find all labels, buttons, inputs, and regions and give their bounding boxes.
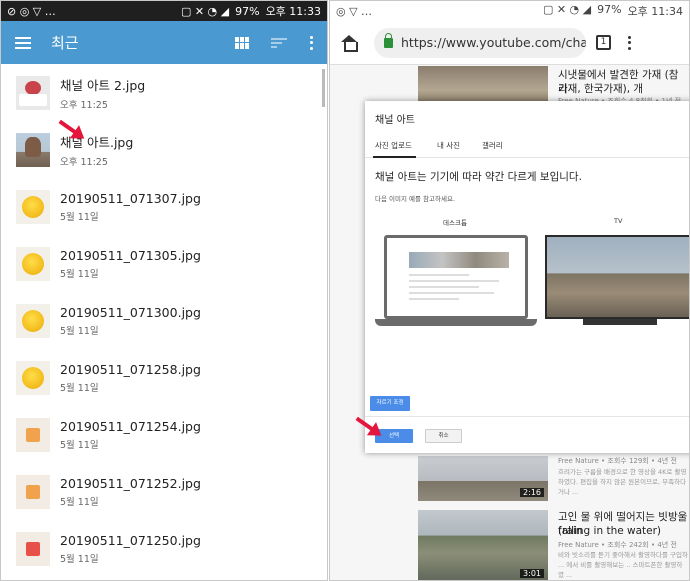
file-list-item[interactable]: 20190511_071252.jpg 5월 11일 bbox=[1, 463, 327, 520]
tv-preview bbox=[545, 235, 689, 319]
active-tab-indicator bbox=[373, 156, 416, 158]
file-thumbnail bbox=[16, 360, 50, 395]
dialog-tabs: 사진 업로드 내 사진 갤러리 bbox=[365, 136, 689, 158]
scrollbar[interactable] bbox=[322, 69, 325, 107]
adjust-crop-button[interactable]: 자르기 조정 bbox=[370, 396, 410, 411]
browser-menu-icon[interactable] bbox=[627, 35, 631, 50]
video-meta: Free Nature • 조회수 129회 • 4년 전 bbox=[558, 457, 677, 465]
file-date: 5월 11일 bbox=[60, 553, 99, 565]
file-date: 5월 11일 bbox=[60, 496, 99, 508]
file-list-item[interactable]: 20190511_071307.jpg 5월 11일 bbox=[1, 178, 327, 235]
file-name: 20190511_071300.jpg bbox=[60, 304, 201, 320]
video-thumbnail: 3:01 bbox=[418, 510, 548, 580]
sort-icon[interactable] bbox=[271, 37, 287, 48]
video-title-line2: falling in the water) bbox=[558, 525, 662, 537]
video-meta: Free Nature • 조회수 242회 • 4년 전 bbox=[558, 541, 677, 549]
file-thumbnail bbox=[16, 75, 50, 110]
url-text: https://www.youtube.com/cha bbox=[401, 35, 586, 50]
tab-my-photos[interactable]: 내 사진 bbox=[437, 140, 460, 151]
battery-level: 97% bbox=[597, 3, 622, 16]
laptop-base bbox=[375, 319, 537, 326]
file-thumbnail bbox=[16, 246, 50, 281]
channel-art-dialog: 채널 아트 사진 업로드 내 사진 갤러리 채널 아트는 기기에 따라 약간 다… bbox=[365, 101, 689, 453]
file-list-item[interactable]: 20190511_071254.jpg 5월 11일 bbox=[1, 406, 327, 463]
file-thumbnail bbox=[16, 189, 50, 224]
file-name: 20190511_071252.jpg bbox=[60, 475, 201, 491]
video-thumbnail bbox=[418, 66, 548, 106]
video-duration: 3:01 bbox=[520, 569, 544, 578]
desktop-label: 데스크톱 bbox=[443, 219, 467, 227]
file-date: 5월 11일 bbox=[60, 325, 99, 337]
file-list-item[interactable]: 20190511_071250.jpg 5월 11일 bbox=[1, 520, 327, 577]
status-bar: ⊘ ◎ ▽ … ▢ ✕ ◔ ◢ 97% 오후 11:33 bbox=[1, 1, 327, 21]
file-list-item[interactable]: 채널 아트.jpg 오후 11:25 bbox=[1, 121, 327, 178]
status-bar-right: ◎ ▽ … ▢ ✕ ◔ ◢ 97% 오후 11:34 bbox=[330, 1, 689, 21]
address-bar[interactable]: https://www.youtube.com/cha bbox=[374, 27, 586, 58]
file-name: 20190511_071307.jpg bbox=[60, 190, 201, 206]
file-picker-screen: ⊘ ◎ ▽ … ▢ ✕ ◔ ◢ 97% 오후 11:33 최근 채널 아트 2.… bbox=[0, 0, 328, 581]
file-list-item[interactable]: 20190511_071300.jpg 5월 11일 bbox=[1, 292, 327, 349]
home-icon[interactable] bbox=[340, 34, 358, 52]
grid-view-icon[interactable] bbox=[235, 36, 249, 49]
tab-switcher-button[interactable]: 1 bbox=[596, 35, 611, 50]
file-thumbnail bbox=[16, 531, 50, 566]
notification-icons: ◎ ▽ … bbox=[336, 4, 373, 18]
file-date: 5월 11일 bbox=[60, 439, 99, 451]
file-thumbnail bbox=[16, 303, 50, 338]
file-thumbnail bbox=[16, 417, 50, 452]
file-thumbnail bbox=[16, 474, 50, 509]
video-description: 비와 빗소리를 듣기 좋아해서 촬영하다를 구입하 ... 에서 비를 촬영해보… bbox=[558, 551, 688, 579]
notification-icons: ⊘ ◎ ▽ … bbox=[7, 4, 56, 18]
file-list-item[interactable]: 20190511_071258.jpg 5월 11일 bbox=[1, 349, 327, 406]
dialog-title: 채널 아트 bbox=[375, 115, 415, 126]
battery-level: 97% bbox=[235, 4, 260, 18]
tv-label: TV bbox=[614, 217, 623, 225]
status-icons: ▢ ✕ ◔ ◢ bbox=[180, 4, 230, 18]
file-list-item[interactable]: 채널 아트 2.jpg 오후 11:25 bbox=[1, 64, 327, 121]
dialog-divider bbox=[365, 416, 689, 417]
browser-toolbar: https://www.youtube.com/cha 1 bbox=[330, 21, 689, 65]
dialog-heading: 채널 아트는 기기에 따라 약간 다르게 보입니다. bbox=[375, 171, 582, 183]
file-list: 채널 아트 2.jpg 오후 11:25 채널 아트.jpg 오후 11:25 2019… bbox=[1, 64, 327, 577]
video-title-line2: 리 bbox=[558, 83, 568, 95]
file-list-item[interactable]: 20190511_071305.jpg 5월 11일 bbox=[1, 235, 327, 292]
video-description: 흐려가는 구름을 배경으로 한 영상을 4K로 촬영하였다. 편집을 하지 않은… bbox=[558, 468, 687, 496]
file-date: 오후 11:25 bbox=[60, 156, 108, 168]
file-date: 오후 11:25 bbox=[60, 99, 108, 111]
clock: 오후 11:34 bbox=[627, 5, 683, 18]
file-date: 5월 11일 bbox=[60, 382, 99, 394]
file-name: 20190511_071258.jpg bbox=[60, 361, 201, 377]
cancel-button[interactable]: 취소 bbox=[425, 429, 462, 443]
app-bar: 최근 bbox=[1, 21, 327, 64]
tv-stand bbox=[583, 319, 657, 325]
clock: 오후 11:33 bbox=[265, 5, 321, 18]
more-options-icon[interactable] bbox=[309, 35, 313, 50]
video-thumbnail: 2:16 bbox=[418, 456, 548, 501]
lock-icon bbox=[384, 32, 393, 48]
file-name: 20190511_071250.jpg bbox=[60, 532, 201, 548]
video-duration: 2:16 bbox=[520, 488, 544, 497]
hamburger-menu-icon[interactable] bbox=[15, 36, 31, 49]
file-date: 5월 11일 bbox=[60, 211, 99, 223]
file-thumbnail bbox=[16, 132, 50, 167]
dialog-subtext: 다음 이미지 예를 참고하세요. bbox=[375, 195, 456, 203]
page-title: 최근 bbox=[51, 34, 79, 52]
file-date: 5월 11일 bbox=[60, 268, 99, 280]
file-name: 20190511_071254.jpg bbox=[60, 418, 201, 434]
tab-photo-upload[interactable]: 사진 업로드 bbox=[375, 140, 412, 151]
status-icons: ▢ ✕ ◔ ◢ bbox=[542, 3, 592, 16]
desktop-preview bbox=[384, 235, 528, 319]
file-name: 20190511_071305.jpg bbox=[60, 247, 201, 263]
file-name: 채널 아트 2.jpg bbox=[60, 77, 146, 93]
browser-screen: ◎ ▽ … ▢ ✕ ◔ ◢ 97% 오후 11:34 https://www.y… bbox=[329, 0, 690, 581]
tab-gallery[interactable]: 갤러리 bbox=[482, 140, 503, 151]
